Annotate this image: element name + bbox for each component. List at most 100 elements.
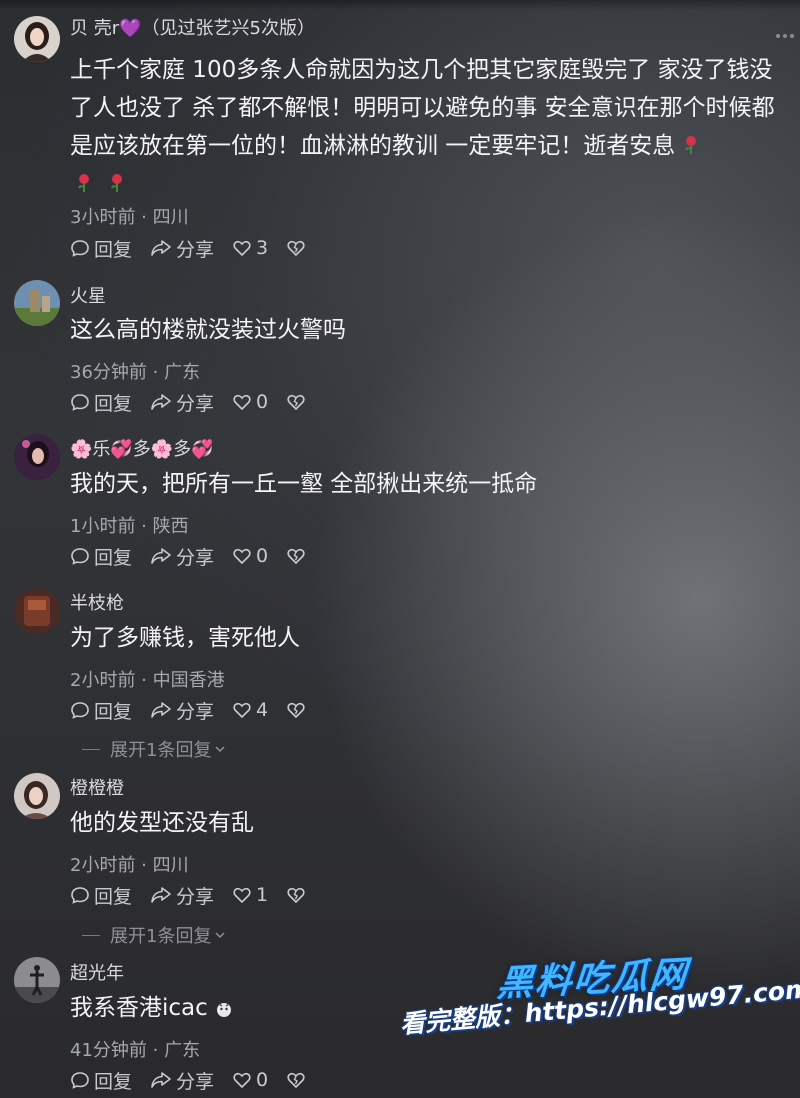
comment-bubble-icon (71, 887, 89, 904)
share-label: 分享 (176, 392, 215, 415)
dislike-button[interactable] (286, 1070, 310, 1090)
like-button[interactable]: 1 (232, 884, 268, 906)
avatar[interactable] (14, 280, 60, 326)
like-button[interactable]: 3 (232, 237, 268, 259)
dislike-button[interactable] (286, 392, 310, 412)
comment-bubble-icon (71, 394, 89, 411)
comment-bubble-icon (71, 1072, 89, 1089)
like-button[interactable]: 4 (232, 699, 268, 721)
avatar[interactable] (14, 588, 60, 634)
share-label: 分享 (176, 1070, 215, 1093)
share-arrow-icon (151, 702, 171, 718)
like-button[interactable]: 0 (232, 545, 268, 567)
reply-button[interactable]: 回复 (70, 543, 132, 570)
username[interactable]: 超光年 (70, 959, 124, 985)
dislike-button[interactable] (286, 546, 310, 566)
like-count: 0 (256, 545, 269, 567)
avatar[interactable] (14, 16, 60, 62)
expand-replies-button[interactable]: 展开1条回复 (82, 736, 227, 762)
heart-icon (233, 702, 251, 719)
reply-button[interactable]: 回复 (70, 697, 132, 724)
comment-item: 半枝枪 为了多赚钱，害死他人 2小时前 · 中国香港 回复 分享 4 展开1条回… (0, 583, 800, 763)
comment-text: 他的发型还没有乱 (70, 810, 254, 836)
comment-item: 🌸乐💞多🌸多💞 我的天，把所有一丘一壑 全部揪出来统一抵命 1小时前 · 陕西 … (0, 429, 800, 579)
heart-icon (233, 887, 251, 904)
comment-text: 为了多赚钱，害死他人 (70, 625, 300, 651)
like-button[interactable]: 0 (232, 391, 268, 413)
username[interactable]: 贝 壳r💜（见过张艺兴5次版） (70, 14, 315, 40)
share-label: 分享 (176, 885, 215, 908)
reply-label: 回复 (94, 885, 133, 908)
expand-label: 展开1条回复 (110, 926, 212, 947)
comment-text: 这么高的楼就没装过火警吗 (70, 317, 346, 343)
share-button[interactable]: 分享 (150, 697, 214, 724)
heart-icon (233, 240, 251, 257)
comment-meta: 1小时前 · 陕西 (70, 516, 189, 537)
comment-meta: 41分钟前 · 广东 (70, 1040, 201, 1061)
comment-bubble-icon (71, 548, 89, 565)
reply-label: 回复 (94, 1070, 133, 1093)
comment-item: 贝 壳r💜（见过张艺兴5次版） 上千个家庭 100多条人命就因为这几个把其它家庭… (0, 0, 800, 265)
comment-meta: 3小时前 · 四川 (70, 207, 189, 228)
dislike-button[interactable] (286, 700, 310, 720)
expand-divider (82, 934, 100, 936)
reply-button[interactable]: 回复 (70, 235, 132, 262)
reply-button[interactable]: 回复 (70, 1067, 132, 1094)
expand-replies-button[interactable]: 展开1条回复 (82, 922, 227, 948)
broken-heart-icon (287, 240, 305, 257)
username[interactable]: 🌸乐💞多🌸多💞 (70, 435, 214, 461)
share-arrow-icon (151, 240, 171, 256)
comment-item: 橙橙橙 他的发型还没有乱 2小时前 · 四川 回复 分享 1 展开1条回复 (0, 769, 800, 949)
share-arrow-icon (151, 887, 171, 903)
broken-heart-icon (287, 1072, 305, 1089)
share-button[interactable]: 分享 (150, 543, 214, 570)
share-arrow-icon (151, 1072, 171, 1088)
username[interactable]: 火星 (70, 282, 106, 308)
heart-icon (233, 1072, 251, 1089)
share-button[interactable]: 分享 (150, 389, 214, 416)
like-count: 3 (256, 237, 269, 259)
share-button[interactable]: 分享 (150, 1067, 214, 1094)
reply-button[interactable]: 回复 (70, 882, 132, 909)
share-label: 分享 (176, 700, 215, 723)
broken-heart-icon (287, 702, 305, 719)
more-dots-icon[interactable] (776, 34, 794, 38)
like-button[interactable]: 0 (232, 1069, 268, 1091)
broken-heart-icon (287, 548, 305, 565)
share-label: 分享 (176, 238, 215, 261)
share-button[interactable]: 分享 (150, 882, 214, 909)
comment-bubble-icon (71, 240, 89, 257)
comment-bubble-icon (71, 702, 89, 719)
comment-text: 上千个家庭 100多条人命就因为这几个把其它家庭毁完了 家没了钱没了人也没了 杀… (70, 51, 790, 203)
comment-item: 火星 这么高的楼就没装过火警吗 36分钟前 · 广东 回复 分享 0 (0, 275, 800, 425)
share-label: 分享 (176, 546, 215, 569)
avatar[interactable] (14, 434, 60, 480)
dislike-button[interactable] (286, 238, 310, 258)
comment-actions: 回复 分享 0 (70, 1066, 328, 1094)
comment-text-body: 上千个家庭 100多条人命就因为这几个把其它家庭毁完了 家没了钱没了人也没了 杀… (70, 57, 775, 159)
comment-text: 我的天，把所有一丘一壑 全部揪出来统一抵命 (70, 471, 538, 497)
dislike-button[interactable] (286, 885, 310, 905)
broken-heart-icon (287, 887, 305, 904)
username[interactable]: 橙橙橙 (70, 774, 124, 800)
avatar[interactable] (14, 957, 60, 1003)
comment-meta: 2小时前 · 中国香港 (70, 670, 225, 691)
chevron-down-icon (215, 746, 225, 753)
emoji-icon (217, 1003, 232, 1017)
rose-emoji-icon (78, 174, 89, 192)
username[interactable]: 半枝枪 (70, 589, 124, 615)
avatar[interactable] (14, 773, 60, 819)
share-button[interactable]: 分享 (150, 235, 214, 262)
share-arrow-icon (151, 394, 171, 410)
like-count: 0 (256, 1069, 269, 1091)
rose-emoji-icon (684, 136, 696, 154)
expand-divider (82, 748, 100, 750)
heart-icon (233, 394, 251, 411)
watermark: 黑料吃瓜网 看完整版：https://hlcgw97.com (395, 945, 800, 1085)
comment-meta: 2小时前 · 四川 (70, 855, 189, 876)
share-arrow-icon (151, 548, 171, 564)
comment-actions: 回复 分享 0 (70, 388, 328, 416)
reply-label: 回复 (94, 546, 133, 569)
reply-button[interactable]: 回复 (70, 389, 132, 416)
reply-label: 回复 (94, 392, 133, 415)
